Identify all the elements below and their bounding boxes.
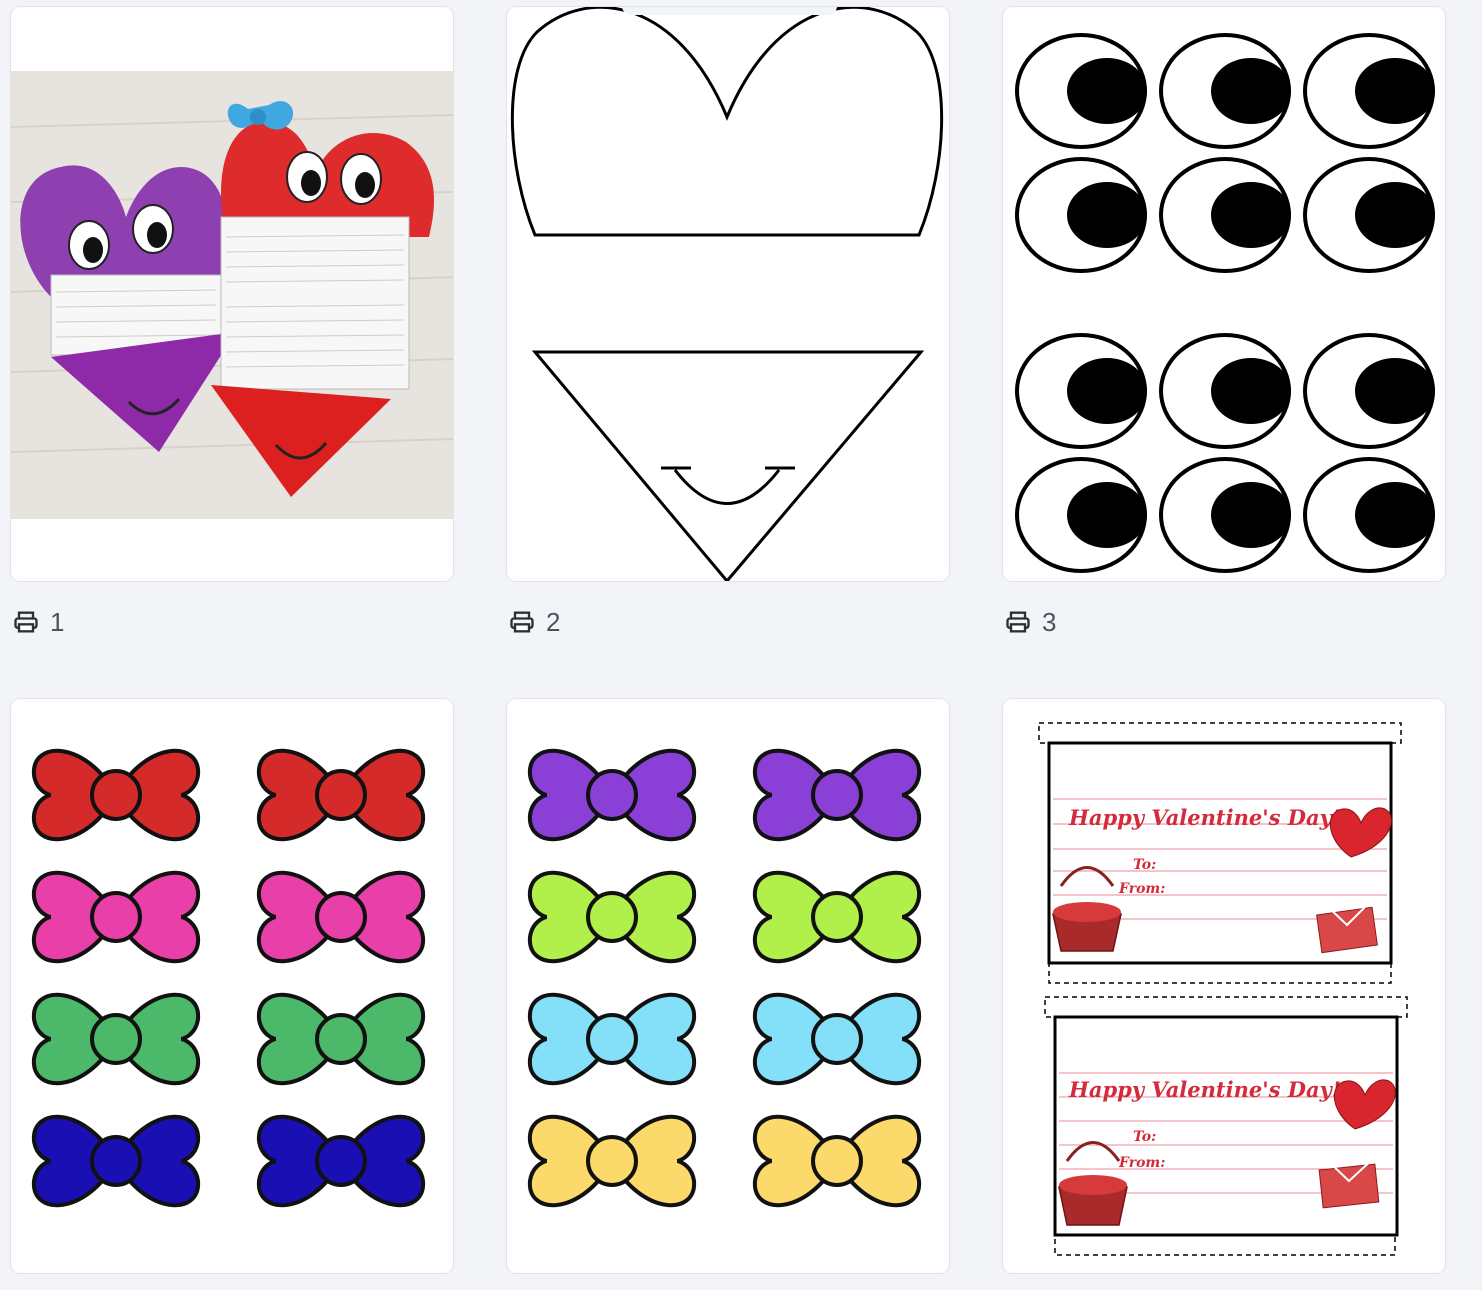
valentine-tag-bottom: Happy Valentine's Day! To: From: (1044, 996, 1408, 1256)
googly-eye (1303, 333, 1435, 449)
bow-shape (527, 748, 697, 842)
bow-shape (527, 870, 697, 964)
thumbnail-card-5[interactable] (506, 698, 950, 1274)
page-number: 3 (1042, 606, 1057, 637)
printer-icon[interactable] (12, 608, 40, 636)
googly-eye (1015, 457, 1147, 573)
page-label-2[interactable]: 2 (508, 606, 560, 638)
printer-icon[interactable] (508, 608, 536, 636)
bows-template-warm (31, 748, 426, 1208)
bow-shape (31, 748, 201, 842)
valentine-tag-top: Happy Valentine's Day! To: From: (1038, 722, 1402, 984)
to-label: To: (1133, 857, 1156, 873)
thumbnail-card-1[interactable] (10, 6, 454, 582)
bow-shape (752, 870, 922, 964)
printer-icon[interactable] (1004, 608, 1032, 636)
thumbnail-card-2[interactable] (506, 6, 950, 582)
bow-shape (256, 1114, 426, 1208)
greeting-text: Happy Valentine's Day! (1068, 805, 1341, 830)
thumbnail-card-3[interactable] (1002, 6, 1446, 582)
bow-shape (752, 1114, 922, 1208)
bow-shape (527, 1114, 697, 1208)
from-label: From: (1118, 1155, 1165, 1171)
from-label: From: (1118, 881, 1165, 897)
bow-shape (256, 870, 426, 964)
bow-shape (31, 870, 201, 964)
bows-template-cool (527, 748, 922, 1208)
bow-shape (752, 992, 922, 1086)
bow-shape (256, 748, 426, 842)
googly-eye (1159, 157, 1291, 273)
bow-shape (752, 748, 922, 842)
to-label: To: (1133, 1129, 1156, 1145)
googly-eyes-template (1015, 33, 1435, 573)
googly-eye (1015, 33, 1147, 149)
bow-shape (527, 992, 697, 1086)
googly-eye (1159, 333, 1291, 449)
googly-eye (1303, 157, 1435, 273)
thumbnail-card-6[interactable]: Happy Valentine's Day! To: From: Happy V… (1002, 698, 1446, 1274)
greeting-text: Happy Valentine's Day! (1068, 1077, 1341, 1102)
bow-shape (31, 992, 201, 1086)
thumbnail-card-4[interactable] (10, 698, 454, 1274)
page-label-1[interactable]: 1 (12, 606, 64, 638)
heart-craft-photo (11, 71, 453, 519)
bow-shape (31, 1114, 201, 1208)
googly-eye (1159, 33, 1291, 149)
googly-eye (1159, 457, 1291, 573)
googly-eye (1303, 33, 1435, 149)
googly-eye (1303, 457, 1435, 573)
heart-template (510, 7, 944, 581)
googly-eye (1015, 333, 1147, 449)
valentine-tag-template: Happy Valentine's Day! To: From: Happy V… (1038, 722, 1408, 1256)
page-number: 2 (546, 606, 561, 637)
bow-shape (256, 992, 426, 1086)
googly-eye (1015, 157, 1147, 273)
page-label-3[interactable]: 3 (1004, 606, 1056, 638)
page-number: 1 (50, 606, 65, 637)
